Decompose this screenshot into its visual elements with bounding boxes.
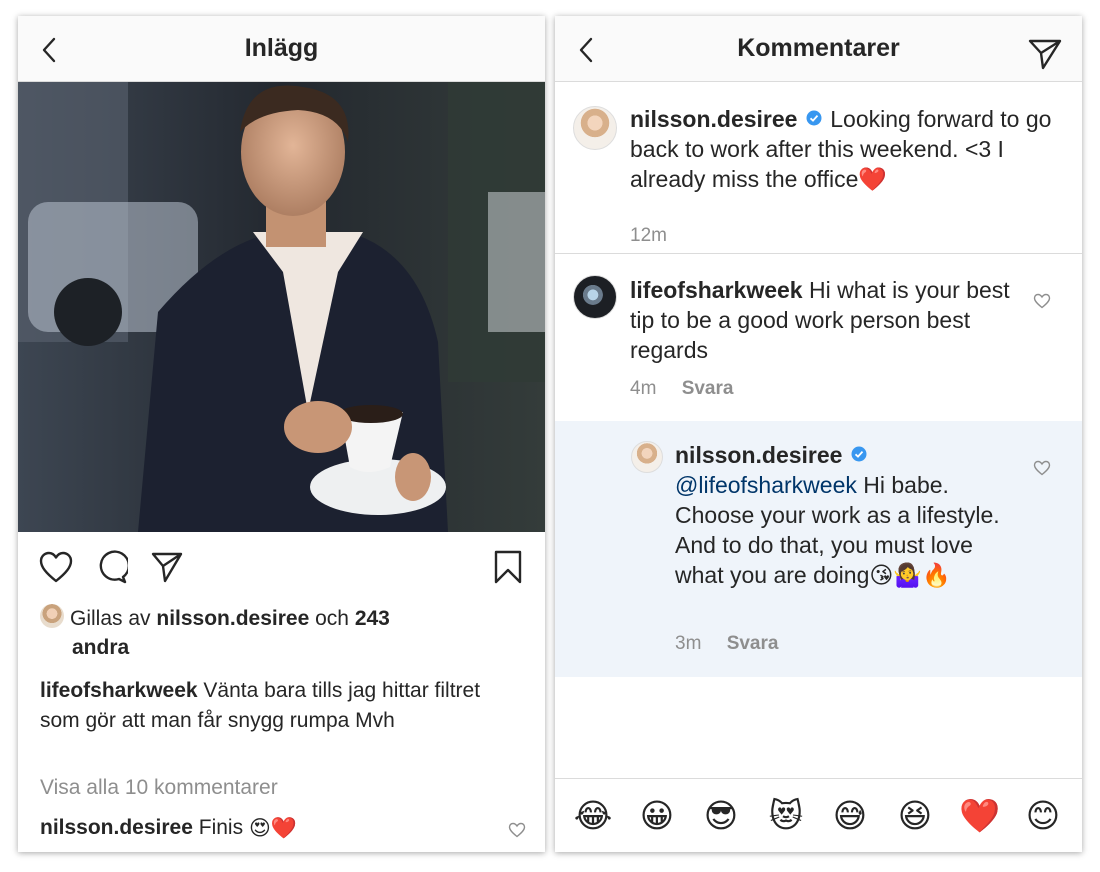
like-comment-heart-icon[interactable] <box>508 822 526 838</box>
verified-badge-icon <box>806 110 822 126</box>
avatar[interactable] <box>631 441 663 473</box>
comment-meta: 4m Svara <box>630 378 733 400</box>
post-photo[interactable] <box>18 82 545 532</box>
page-title: Inlägg <box>244 34 319 62</box>
emoji-button[interactable]: 😆 <box>895 796 935 836</box>
likes-prefix: Gillas av <box>70 607 151 630</box>
heart-emoji: ❤️ <box>858 166 888 192</box>
emoji-button[interactable]: 😂 <box>573 796 613 836</box>
likes-user[interactable]: nilsson.desiree <box>156 607 309 630</box>
mention-link[interactable]: @lifeofsharkweek <box>675 472 857 498</box>
comment-emojis: 😍❤️ <box>248 817 297 840</box>
emoji-button[interactable]: 😀 <box>637 796 677 836</box>
avatar[interactable] <box>573 275 617 319</box>
comment-username[interactable]: lifeofsharkweek <box>630 277 803 303</box>
likes-mid: och <box>315 607 349 630</box>
comment-time: 12m <box>630 225 667 246</box>
reply-button[interactable]: Svara <box>727 633 779 654</box>
latest-comment: nilsson.desiree Finis 😍❤️ <box>40 816 297 841</box>
avatar <box>40 604 64 628</box>
view-all-comments-link[interactable]: Visa alla 10 kommentarer <box>40 776 278 800</box>
emoji-button[interactable]: 😊 <box>1023 796 1063 836</box>
page-title: Kommentarer <box>737 34 900 62</box>
reply-emojis: 😘🤷‍♀️🔥 <box>869 562 951 588</box>
post-actions <box>18 546 545 590</box>
emoji-button[interactable]: ❤️ <box>959 796 1000 836</box>
like-comment-heart-icon[interactable] <box>1033 293 1051 309</box>
reply-button[interactable]: Svara <box>682 378 734 399</box>
reply-username[interactable]: nilsson.desiree <box>675 442 842 468</box>
paper-plane-icon[interactable] <box>1028 37 1062 71</box>
post-screen: Inlägg Gillas av nilsson.desiree och 243… <box>18 16 545 852</box>
heart-icon[interactable] <box>38 550 74 584</box>
emoji-button[interactable]: 😎 <box>701 796 741 836</box>
comment-time: 4m <box>630 378 657 399</box>
comments-screen: Kommentarer nilsson.desiree Looking forw… <box>555 16 1082 852</box>
comments-header: Kommentarer <box>555 16 1082 82</box>
post-header: Inlägg <box>18 16 545 82</box>
reply-highlight: nilsson.desiree @lifeofsharkweek Hi babe… <box>555 421 1082 677</box>
comment-meta: 12m <box>630 225 667 247</box>
comment-icon[interactable] <box>94 550 128 584</box>
caption-comment: nilsson.desiree Looking forward to go ba… <box>555 82 1082 254</box>
comment-username[interactable]: nilsson.desiree <box>40 816 193 839</box>
bookmark-icon[interactable] <box>493 549 523 585</box>
emoji-button[interactable]: 😻 <box>766 796 806 836</box>
comment-text: Finis <box>198 816 244 839</box>
post-caption: lifeofsharkweek Vänta bara tills jag hit… <box>40 676 515 736</box>
likes-summary[interactable]: Gillas av nilsson.desiree och 243 andra <box>40 604 505 662</box>
quick-emoji-bar: 😂 😀 😎 😻 😅 😆 ❤️ 😊 <box>555 778 1082 852</box>
photo-illustration <box>18 82 545 532</box>
likes-count[interactable]: 243 <box>355 607 390 630</box>
comment-username[interactable]: nilsson.desiree <box>630 106 797 132</box>
comment-body: lifeofsharkweek Hi what is your best tip… <box>630 275 1010 365</box>
likes-suffix[interactable]: andra <box>72 636 129 659</box>
share-icon[interactable] <box>150 550 184 584</box>
verified-badge-icon <box>851 446 867 462</box>
avatar[interactable] <box>573 106 617 150</box>
emoji-button[interactable]: 😅 <box>830 796 870 836</box>
caption-comment-body: nilsson.desiree Looking forward to go ba… <box>630 104 1060 194</box>
reply-time: 3m <box>675 633 702 654</box>
like-reply-heart-icon[interactable] <box>1033 460 1051 476</box>
caption-username[interactable]: lifeofsharkweek <box>40 679 198 702</box>
reply-body: nilsson.desiree @lifeofsharkweek Hi babe… <box>675 440 1015 590</box>
reply-meta: 3m Svara <box>675 633 778 655</box>
